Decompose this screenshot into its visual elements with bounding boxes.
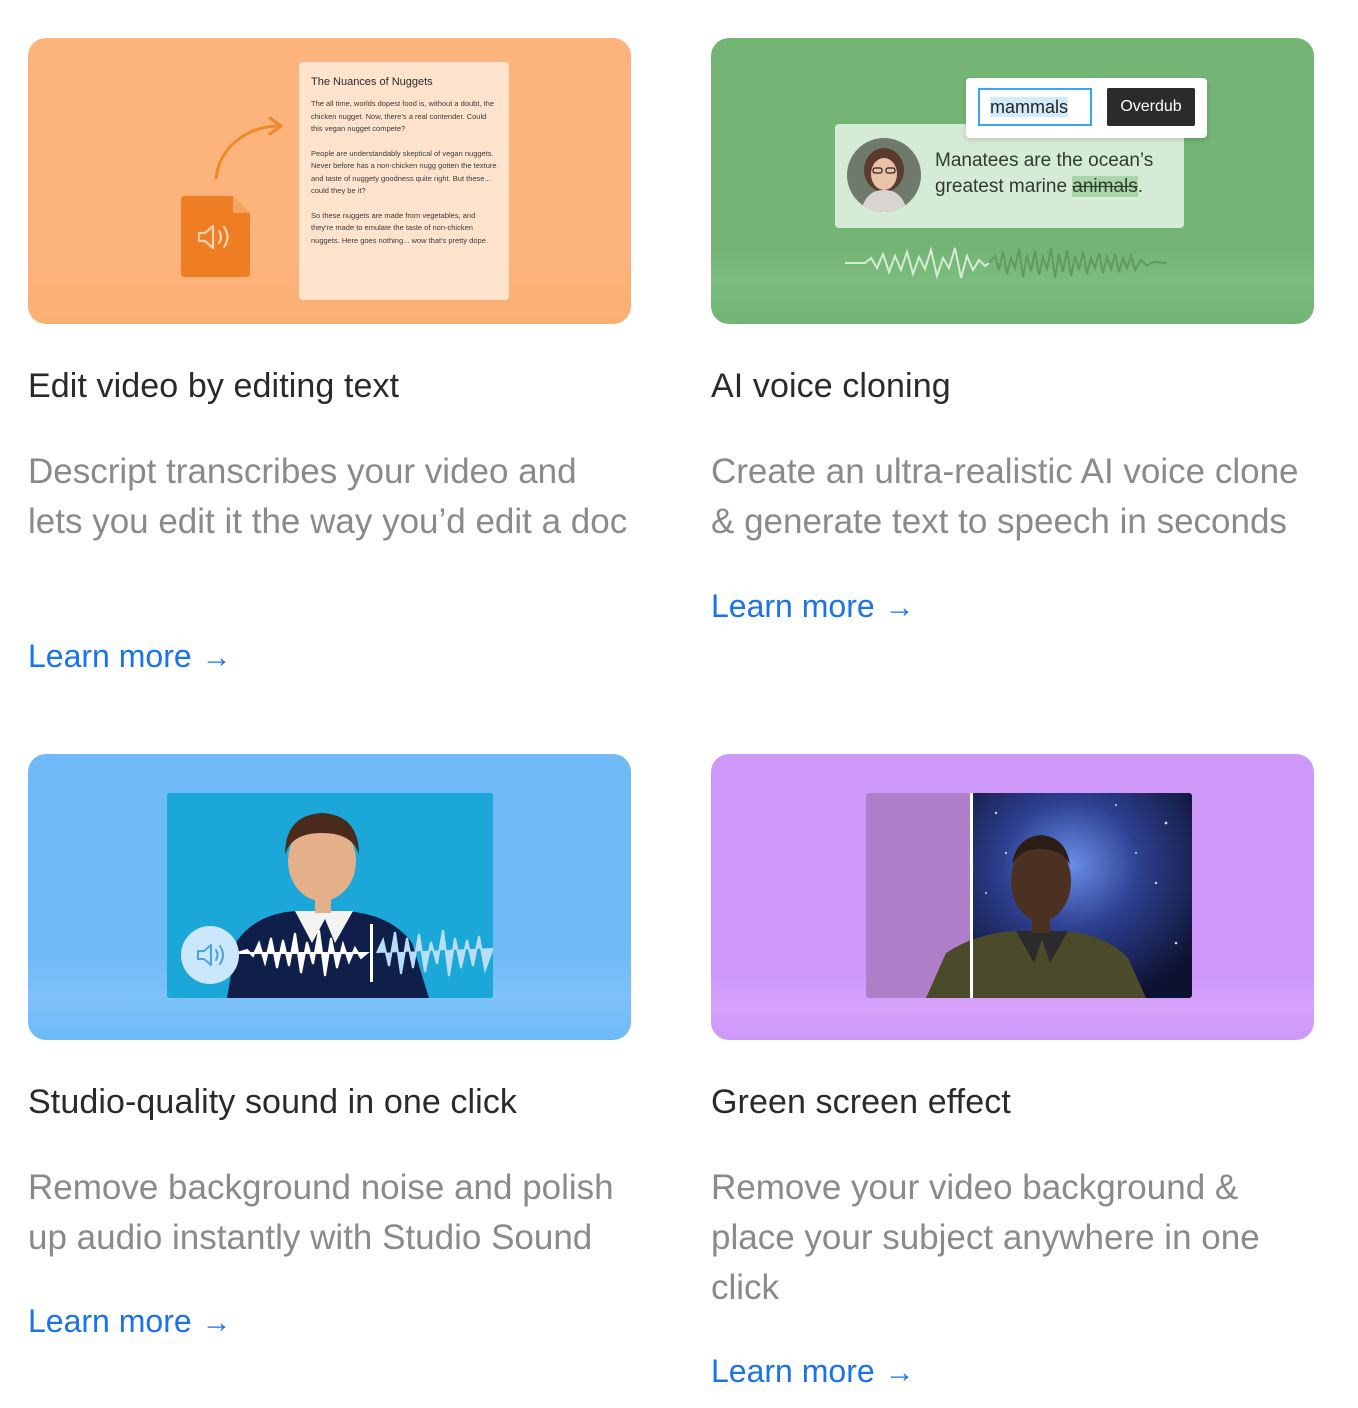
arrow-right-icon: → — [884, 1356, 915, 1389]
learn-more-link[interactable]: Learn more → — [711, 586, 915, 628]
overdub-popover: mammals Overdub — [966, 78, 1207, 138]
learn-more-link[interactable]: Learn more → — [28, 1301, 232, 1343]
video-preview — [167, 793, 493, 998]
curved-arrow-icon — [214, 116, 283, 180]
card-title: AI voice cloning — [711, 367, 951, 405]
audio-file-icon — [181, 196, 250, 277]
card-title: Edit video by editing text — [28, 367, 400, 405]
transcript-quote: Manatees are the ocean’s greatest marine… — [835, 124, 1184, 228]
quote-end: . — [1137, 176, 1144, 197]
voice-cloning-illustration: Manatees are the ocean’s greatest marine… — [711, 38, 1314, 324]
learn-more-link[interactable]: Learn more → — [711, 1351, 915, 1393]
green-screen-preview — [866, 793, 1192, 998]
feature-card-voice-cloning: Manatees are the ocean’s greatest marine… — [711, 38, 1314, 624]
learn-more-label: Learn more — [28, 638, 192, 674]
card-description: Create an ultra-realistic AI voice clone… — [711, 452, 1299, 541]
split-divider — [970, 793, 973, 998]
waveform-icon — [237, 924, 493, 982]
feature-card-edit-video: The Nuances of Nuggets The all time, wor… — [28, 38, 631, 674]
learn-more-link[interactable]: Learn more → — [28, 636, 232, 678]
avatar — [847, 138, 921, 212]
studio-sound-illustration — [28, 754, 631, 1040]
document-title: The Nuances of Nuggets — [311, 76, 433, 88]
card-description: Descript transcribes your video and lets… — [28, 452, 628, 541]
learn-more-label: Learn more — [711, 588, 875, 624]
quote-line-1: Manatees are the ocean’s — [935, 150, 1154, 171]
speaker-icon — [197, 944, 224, 966]
arrow-right-icon: → — [884, 591, 915, 624]
learn-more-label: Learn more — [711, 1353, 875, 1389]
overdub-input[interactable]: mammals — [978, 88, 1092, 126]
feature-card-green-screen: Green screen effect Remove your video ba… — [711, 754, 1314, 1389]
card-title: Studio-quality sound in one click — [28, 1083, 518, 1121]
document-paragraph: So these nuggets are made from vegetable… — [311, 210, 488, 245]
learn-more-label: Learn more — [28, 1303, 192, 1339]
quote-line-2: greatest marine animals. — [935, 174, 1153, 200]
card-description: Remove background noise and polish up au… — [28, 1168, 614, 1257]
overdub-input-value: mammals — [990, 97, 1069, 117]
document-paragraph: The all time, worlds dopest food is, wit… — [311, 99, 495, 133]
struck-word: animals — [1072, 176, 1138, 197]
feature-card-studio-sound: Studio-quality sound in one click Remove… — [28, 754, 631, 1339]
arrow-right-icon: → — [201, 641, 232, 674]
arrow-right-icon: → — [201, 1306, 232, 1339]
quote-line-2-prefix: greatest marine — [935, 176, 1073, 197]
waveform-icon — [845, 246, 1167, 280]
card-title: Green screen effect — [711, 1083, 1011, 1121]
overdub-button[interactable]: Overdub — [1107, 88, 1195, 126]
edit-video-illustration: The Nuances of Nuggets The all time, wor… — [28, 38, 631, 324]
speaker-button[interactable] — [181, 926, 239, 984]
card-description: Remove your video background & place you… — [711, 1168, 1260, 1307]
transcript-document: The Nuances of Nuggets The all time, wor… — [299, 62, 509, 300]
green-screen-illustration — [711, 754, 1314, 1040]
quote-text: Manatees are the ocean’s greatest marine… — [935, 148, 1153, 200]
document-paragraph: People are understandably skeptical of v… — [311, 148, 497, 196]
